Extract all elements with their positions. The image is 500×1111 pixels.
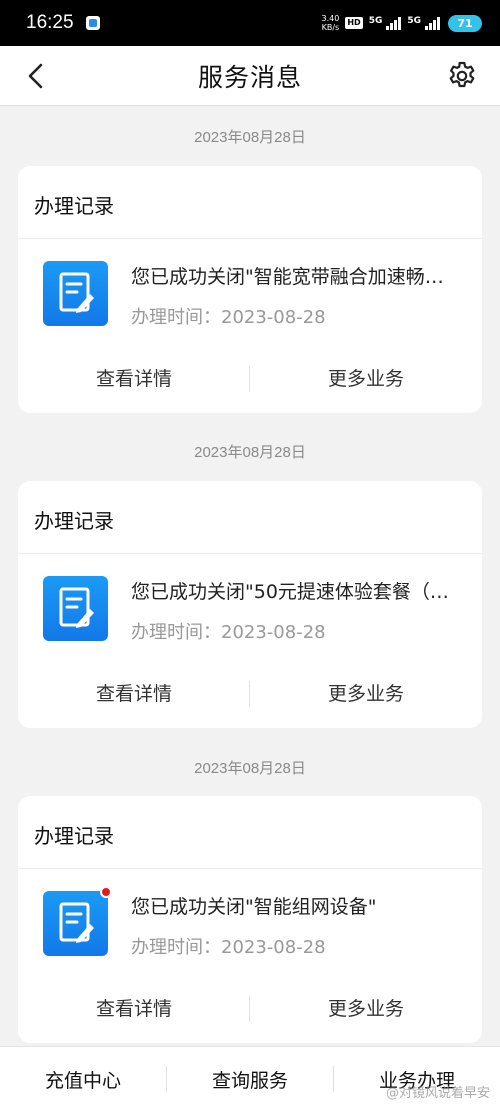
record-time-value: 2023-08-28 [221,937,326,958]
view-details-button[interactable]: 查看详情 [18,679,250,706]
record-message[interactable]: 您已成功关闭"智能宽带融合加速畅… [131,262,471,289]
battery-icon: 71 [448,14,482,32]
card-divider [18,868,482,869]
document-edit-icon [43,576,108,641]
record-time-label: 办理时间： [131,937,221,958]
network-speed: 3.40 KB/s [322,14,340,32]
hd-icon: HD [345,17,363,29]
record-card: 办理记录 您已成功关闭"50元提速体验套餐（… 办理时间：2023-08-28 … [18,481,482,728]
message-date: 2023年08月28日 [194,444,306,461]
network-speed-value: 3.40 [321,14,340,23]
record-time-value: 2023-08-28 [221,307,326,328]
page-title: 服务消息 [197,62,302,92]
record-message[interactable]: 您已成功关闭"50元提速体验套餐（… [131,577,471,604]
message-date: 2023年08月28日 [194,760,306,777]
card-title: 办理记录 [34,509,114,533]
view-details-button[interactable]: 查看详情 [18,994,250,1021]
watermark: @对镜风说着早安 [385,1086,490,1101]
more-services-button[interactable]: 更多业务 [250,994,482,1021]
status-bar: 16:25 3.40 KB/s HD 5G 5G 71 [0,0,500,46]
record-time: 办理时间：2023-08-28 [131,933,326,959]
record-time-value: 2023-08-28 [221,622,326,643]
message-date: 2023年08月28日 [194,129,306,146]
card-title: 办理记录 [34,824,114,848]
tab-query-service[interactable]: 查询服务 [167,1066,333,1093]
tab-recharge-center[interactable]: 充值中心 [0,1066,166,1093]
card-title: 办理记录 [34,194,114,218]
view-details-button[interactable]: 查看详情 [18,364,250,391]
document-edit-icon [43,261,108,326]
network-type-2: 5G [407,16,421,26]
back-arrow-icon[interactable] [22,61,52,91]
bottom-tab-bar: 充值中心 查询服务 业务办理 [0,1046,500,1111]
record-card: 办理记录 您已成功关闭"智能宽带融合加速畅… 办理时间：2023-08-28 查… [18,166,482,413]
record-time-label: 办理时间： [131,622,221,643]
network-type-1: 5G [368,16,383,26]
card-divider [18,553,482,554]
card-divider [18,238,482,239]
network-speed-unit: KB/s [321,23,340,32]
record-time-label: 办理时间： [131,307,221,328]
signal-icon [386,16,402,30]
status-time: 16:25 [26,12,74,33]
record-time: 办理时间：2023-08-28 [131,618,326,644]
record-message[interactable]: 您已成功关闭"智能组网设备" [131,892,471,919]
document-edit-icon [43,886,112,956]
more-services-button[interactable]: 更多业务 [250,679,482,706]
gear-icon[interactable] [446,60,478,92]
unread-dot-icon [100,886,112,898]
more-services-button[interactable]: 更多业务 [250,364,482,391]
page-header: 服务消息 [0,46,500,106]
record-card: 办理记录 您已成功关闭"智能组网设备" 办理时间：2023-08-28 查看详情… [18,796,482,1043]
notification-app-icon [85,16,100,30]
record-time: 办理时间：2023-08-28 [131,303,326,329]
signal-icon-2 [425,16,440,30]
